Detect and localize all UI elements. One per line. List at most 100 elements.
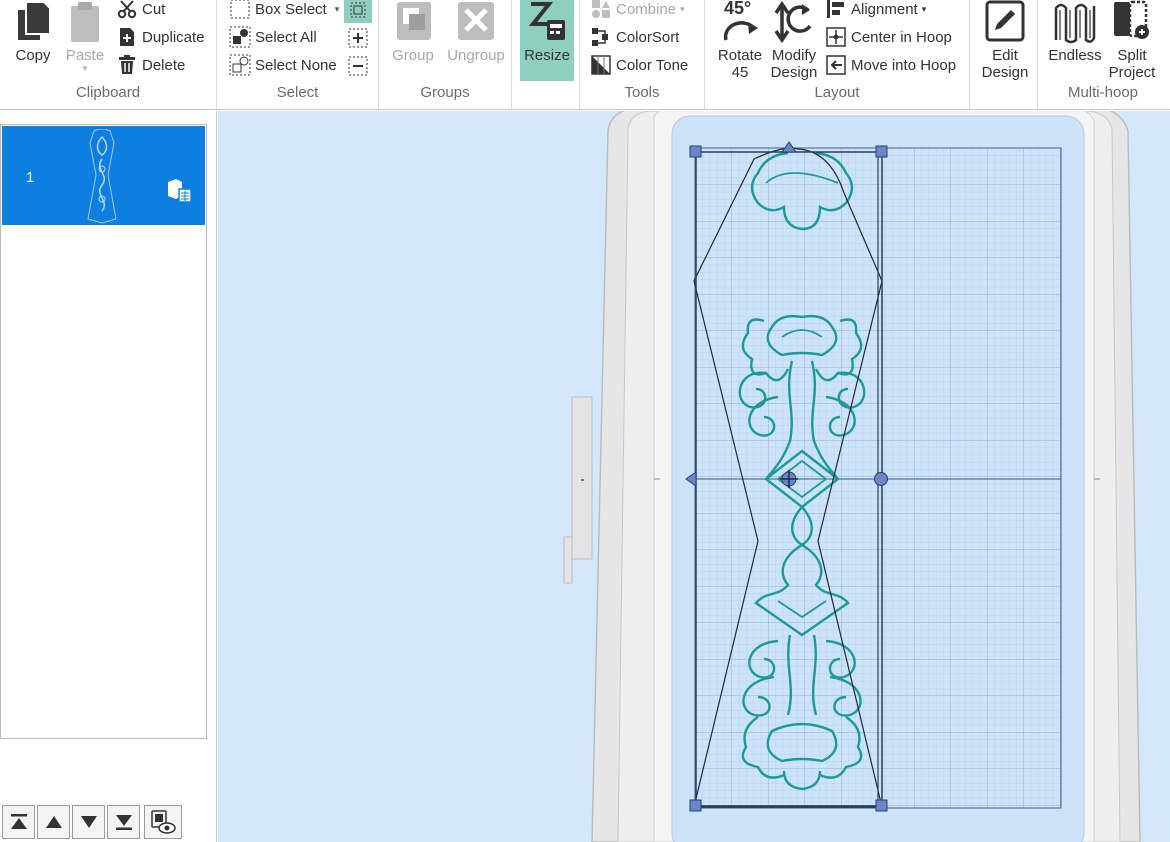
edit-design-group: Edit Design: [970, 0, 1038, 109]
split-project-label-line1: Split: [1117, 47, 1147, 64]
clipboard-group-label: Clipboard: [75, 84, 141, 101]
design-list: 1: [0, 124, 207, 739]
paste-dropdown-icon[interactable]: ▾: [62, 64, 108, 73]
remove-from-selection-button[interactable]: [347, 55, 369, 77]
multihoop-group: Endless Split Project Multi-hoop: [1038, 0, 1168, 109]
endless-label: Endless: [1048, 47, 1102, 64]
minus-box-icon: [348, 56, 368, 76]
edit-design-label-line1: Edit: [992, 47, 1018, 64]
resize-button[interactable]: Resize: [520, 0, 574, 81]
ungroup-label: Ungroup: [447, 47, 505, 64]
resize-handle-bottom-right[interactable]: [875, 799, 888, 812]
trash-icon: [116, 54, 138, 76]
resize-handle-top-right[interactable]: [875, 145, 888, 158]
copy-icon: [18, 1, 51, 40]
move-to-top-button[interactable]: [2, 805, 35, 839]
groups-group: Group Ungroup Groups: [379, 0, 512, 109]
rotate-handle[interactable]: [874, 472, 888, 486]
paste-label: Paste: [65, 47, 105, 64]
move-down-icon: [80, 816, 97, 828]
select-group-label: Select: [276, 84, 319, 101]
duplicate-label: Duplicate: [142, 28, 205, 46]
add-to-selection-button[interactable]: [347, 27, 369, 49]
colorsort-label: ColorSort: [616, 28, 680, 46]
design-list-item-1[interactable]: 1: [2, 126, 205, 225]
copy-button[interactable]: Copy: [8, 0, 58, 64]
alignment-icon: [825, 0, 847, 20]
copy-label: Copy: [15, 47, 51, 64]
select-mode-active-button[interactable]: [344, 0, 372, 23]
endless-icon: [1054, 3, 1096, 44]
delete-label: Delete: [142, 56, 186, 74]
layout-group: 45° Rotate 45 Modify Design Alignment ▾: [705, 0, 970, 109]
edit-design-label-line2: Design: [981, 64, 1029, 81]
cut-label: Cut: [142, 0, 166, 18]
combine-label: Combine: [616, 0, 677, 18]
move-to-top-icon: [10, 814, 27, 829]
box-select-label: Box Select: [255, 0, 327, 18]
rotate-label-line2: 45: [731, 64, 749, 81]
rotate-icon-text: 45°: [724, 0, 752, 18]
move-up-button[interactable]: [37, 805, 70, 839]
combine-icon: [590, 0, 612, 20]
select-none-label: Select None: [255, 56, 337, 74]
colorsort-button[interactable]: ColorSort: [590, 25, 679, 49]
select-none-icon: [229, 54, 251, 76]
rotate-45-button[interactable]: 45° Rotate 45: [713, 0, 767, 81]
alignment-button[interactable]: Alignment ▾: [825, 0, 926, 21]
move-to-bottom-button[interactable]: [107, 805, 140, 839]
multihoop-group-label: Multi-hoop: [1067, 84, 1139, 101]
combine-dropdown-icon[interactable]: ▾: [680, 4, 685, 15]
rotate-label-line1: Rotate: [717, 47, 763, 64]
group-icon: [397, 2, 431, 40]
move-up-icon: [45, 816, 62, 828]
alignment-label: Alignment: [851, 0, 918, 18]
alignment-dropdown-icon[interactable]: ▾: [922, 4, 927, 15]
move-down-button[interactable]: [72, 805, 105, 839]
ribbon-toolbar: Copy Paste ▾ Cut Duplicate Delete Clipbo…: [0, 0, 1170, 110]
dotted-select-icon: [350, 2, 366, 18]
tools-group-label: Tools: [624, 84, 660, 101]
tools-group: Combine ▾ ColorSort Color Tone Tools: [580, 0, 705, 109]
view-design-icon: [151, 810, 176, 834]
paste-icon: [71, 2, 99, 42]
design-thumbnail: [87, 129, 117, 224]
layout-group-label: Layout: [814, 84, 860, 101]
box-select-button[interactable]: Box Select ▾: [229, 0, 339, 21]
group-button[interactable]: Group: [387, 0, 439, 64]
move-to-bottom-icon: [115, 815, 132, 830]
box-select-dropdown-icon[interactable]: ▾: [335, 4, 340, 15]
resize-handle-top-left[interactable]: [689, 145, 702, 158]
delete-button[interactable]: Delete: [116, 53, 185, 77]
modify-design-button[interactable]: Modify Design: [767, 0, 821, 81]
endless-button[interactable]: Endless: [1046, 0, 1104, 64]
center-in-hoop-button[interactable]: Center in Hoop: [825, 25, 952, 49]
groups-group-label: Groups: [420, 84, 470, 101]
clipboard-group: Copy Paste ▾ Cut Duplicate Delete Clipbo…: [0, 0, 217, 109]
cut-button[interactable]: Cut: [116, 0, 165, 21]
box-select-icon: [229, 0, 251, 20]
move-into-hoop-button[interactable]: Move into Hoop: [825, 53, 956, 77]
paste-button[interactable]: Paste ▾: [62, 0, 108, 73]
design-canvas[interactable]: [218, 111, 1170, 842]
plus-box-icon: [348, 28, 368, 48]
color-tone-button[interactable]: Color Tone: [590, 53, 688, 77]
select-none-button[interactable]: Select None: [229, 53, 337, 77]
edit-design-icon: [985, 0, 1025, 42]
resize-handle-bottom-left[interactable]: [689, 799, 702, 812]
select-all-label: Select All: [255, 28, 317, 46]
group-label: Group: [392, 47, 434, 64]
center-in-hoop-label: Center in Hoop: [851, 28, 952, 46]
duplicate-icon: [116, 26, 138, 48]
view-design-button[interactable]: [144, 805, 182, 839]
modify-design-label-line2: Design: [770, 64, 818, 81]
duplicate-button[interactable]: Duplicate: [116, 25, 205, 49]
ungroup-button[interactable]: Ungroup: [443, 0, 509, 64]
select-all-icon: [229, 26, 251, 48]
split-project-button[interactable]: Split Project: [1104, 0, 1160, 81]
combine-button[interactable]: Combine ▾: [590, 0, 685, 21]
select-all-button[interactable]: Select All: [229, 25, 317, 49]
ungroup-icon: [458, 2, 494, 40]
edit-design-button[interactable]: Edit Design: [978, 0, 1032, 81]
design-properties-icon[interactable]: [166, 178, 194, 204]
